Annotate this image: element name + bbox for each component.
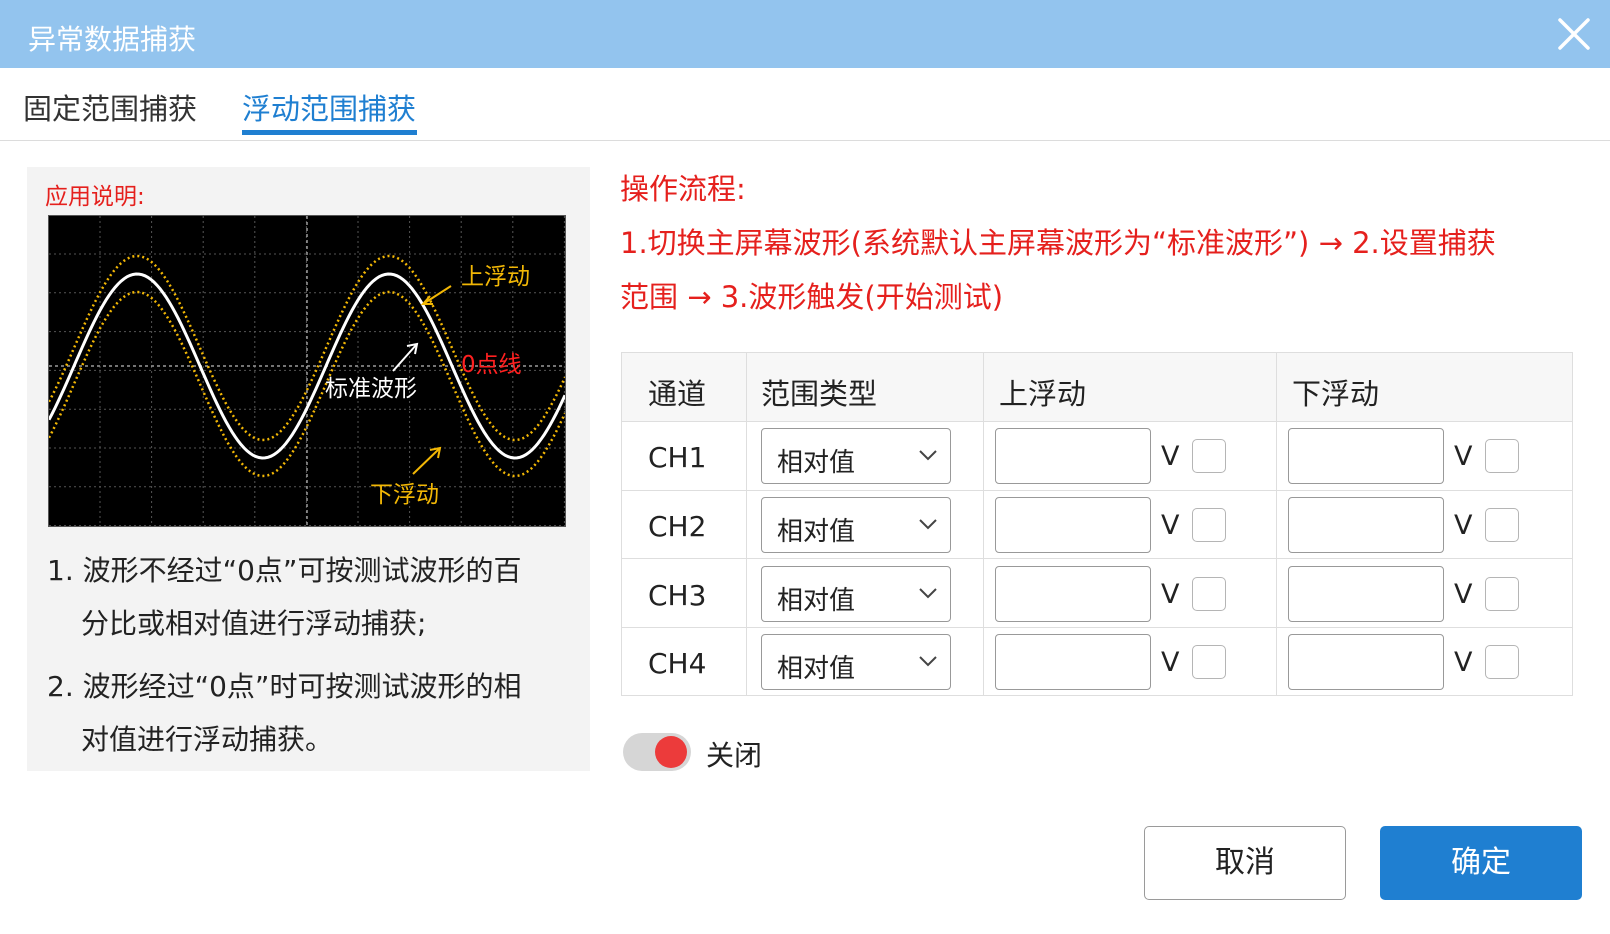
lower-unit-label: V <box>1454 510 1473 541</box>
range-type-value: 相对值 <box>777 517 856 547</box>
standard-wave-label: 标准波形 <box>325 376 417 402</box>
upper-float-label: 上浮动 <box>461 264 530 290</box>
help-line-2: 分比或相对值进行浮动捕获; <box>81 607 427 640</box>
standard-arrow <box>392 343 418 372</box>
help-line-3: 2. 波形经过“0点”时可按测试波形的相 <box>47 670 522 703</box>
close-icon[interactable] <box>1556 16 1592 52</box>
header-upper-float: 上浮动 <box>999 377 1087 411</box>
tab-floating-range[interactable]: 浮动范围捕获 <box>242 86 416 128</box>
lower-unit-label: V <box>1454 441 1473 472</box>
upper-float-input[interactable] <box>995 428 1151 484</box>
lower-unit-label: V <box>1454 647 1473 678</box>
flow-step-line-1: 1.切换主屏幕波形(系统默认主屏幕波形为“标准波形”) → 2.设置捕获 <box>620 226 1496 260</box>
lower-float-checkbox[interactable] <box>1485 577 1519 611</box>
range-type-select[interactable]: 相对值 <box>761 428 951 484</box>
chevron-down-icon <box>919 656 937 667</box>
upper-arrow <box>422 285 452 305</box>
lower-float-checkbox[interactable] <box>1485 508 1519 542</box>
lower-float-label: 下浮动 <box>370 482 439 508</box>
lower-float-input[interactable] <box>1288 428 1444 484</box>
help-line-1: 1. 波形不经过“0点”可按测试波形的百 <box>47 554 522 587</box>
tab-fixed-range[interactable]: 固定范围捕获 <box>23 86 197 128</box>
active-tab-indicator <box>242 130 417 135</box>
upper-float-checkbox[interactable] <box>1192 508 1226 542</box>
header-range-type: 范围类型 <box>761 377 878 411</box>
range-type-value: 相对值 <box>777 448 856 478</box>
help-panel: 应用说明: 上浮动 0点线 标准波形 下浮动 1. 波形不经过“0点”可按测试波… <box>27 167 590 771</box>
upper-float-input[interactable] <box>995 634 1151 690</box>
waveform-diagram: 上浮动 0点线 标准波形 下浮动 <box>47 216 567 527</box>
lower-unit-label: V <box>1454 579 1473 610</box>
waveform-illustration: 上浮动 0点线 标准波形 下浮动 <box>47 215 567 527</box>
help-title: 应用说明: <box>45 184 145 210</box>
lower-arrow <box>412 447 441 475</box>
range-type-select[interactable]: 相对值 <box>761 566 951 622</box>
chevron-down-icon <box>919 588 937 599</box>
upper-float-checkbox[interactable] <box>1192 645 1226 679</box>
lower-float-input[interactable] <box>1288 634 1444 690</box>
channel-label: CH4 <box>648 647 707 680</box>
range-type-select[interactable]: 相对值 <box>761 634 951 690</box>
toggle-knob <box>655 736 687 768</box>
chevron-down-icon <box>919 450 937 461</box>
upper-unit-label: V <box>1161 579 1180 610</box>
upper-float-checkbox[interactable] <box>1192 577 1226 611</box>
lower-float-input[interactable] <box>1288 566 1444 622</box>
cancel-button[interactable]: 取消 <box>1144 826 1346 900</box>
range-type-value: 相对值 <box>777 586 856 616</box>
flow-title: 操作流程: <box>620 172 746 206</box>
row-divider <box>622 558 1572 559</box>
channel-label: CH1 <box>648 441 707 474</box>
chevron-down-icon <box>919 519 937 530</box>
row-divider <box>622 421 1572 422</box>
channel-label: CH3 <box>648 579 707 612</box>
column-divider <box>983 353 984 695</box>
row-divider <box>622 627 1572 628</box>
toggle-label: 关闭 <box>706 739 763 772</box>
capture-toggle-switch[interactable] <box>623 733 691 771</box>
upper-float-input[interactable] <box>995 497 1151 553</box>
upper-unit-label: V <box>1161 441 1180 472</box>
header-lower-float: 下浮动 <box>1292 377 1380 411</box>
help-line-4: 对值进行浮动捕获。 <box>81 723 334 756</box>
tab-bar: 固定范围捕获 浮动范围捕获 <box>0 68 1610 141</box>
lower-float-checkbox[interactable] <box>1485 439 1519 473</box>
upper-float-input[interactable] <box>995 566 1151 622</box>
zero-line-label: 0点线 <box>461 352 522 378</box>
title-bar: 异常数据捕获 <box>0 0 1610 68</box>
upper-unit-label: V <box>1161 647 1180 678</box>
lower-float-checkbox[interactable] <box>1485 645 1519 679</box>
lower-float-input[interactable] <box>1288 497 1444 553</box>
column-divider <box>746 353 747 695</box>
upper-unit-label: V <box>1161 510 1180 541</box>
header-channel: 通道 <box>648 377 707 411</box>
confirm-button[interactable]: 确定 <box>1380 826 1582 900</box>
range-type-select[interactable]: 相对值 <box>761 497 951 553</box>
channel-label: CH2 <box>648 510 707 543</box>
upper-float-checkbox[interactable] <box>1192 439 1226 473</box>
dialog-title: 异常数据捕获 <box>28 23 197 56</box>
flow-step-line-2: 范围 → 3.波形触发(开始测试) <box>620 280 1004 314</box>
row-divider <box>622 490 1572 491</box>
channel-table: 通道 范围类型 上浮动 下浮动 CH1 相对值 V V CH2 相对值 V V … <box>621 352 1573 696</box>
range-type-value: 相对值 <box>777 654 856 684</box>
column-divider <box>1276 353 1277 695</box>
